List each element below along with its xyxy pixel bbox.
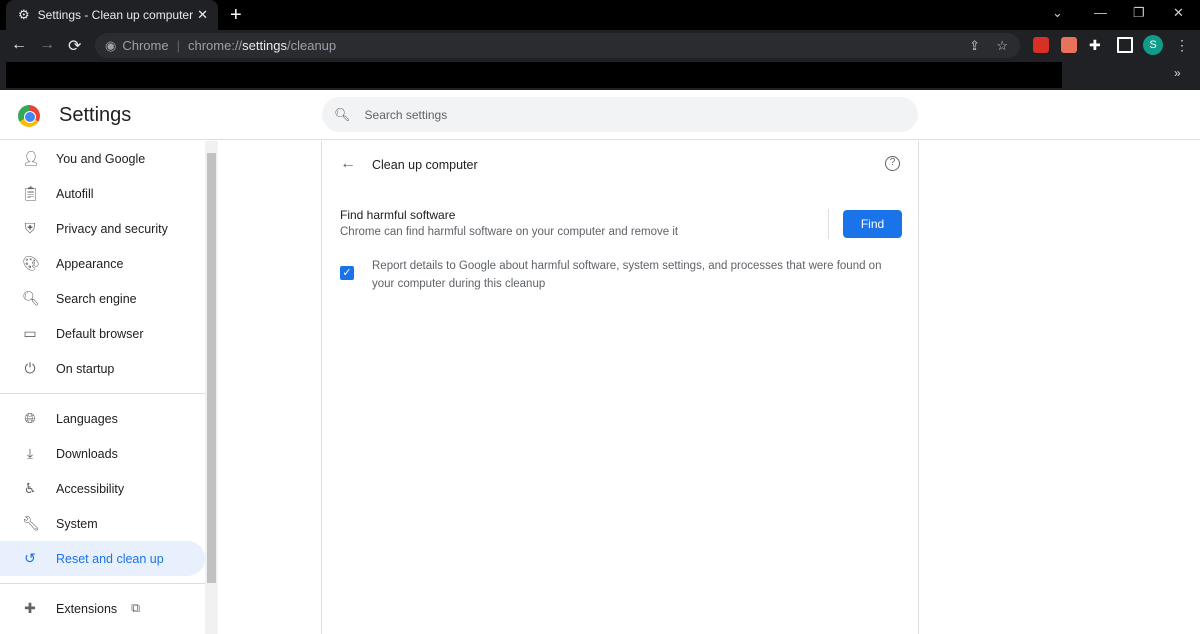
sidebar-item-label: On startup — [56, 361, 115, 376]
tab-settings[interactable]: ⚙ Settings - Clean up computer ✕ — [6, 0, 218, 30]
url-host: settings — [242, 38, 287, 53]
browser-icon: ▭︎ — [23, 325, 37, 341]
accessibility-icon: ♿︎ — [23, 480, 37, 496]
minimize-button[interactable]: — — [1094, 5, 1107, 20]
sidebar-item-label: Privacy and security — [56, 221, 168, 236]
report-label: Report details to Google about harmful s… — [372, 260, 882, 290]
url-path: /cleanup — [286, 38, 337, 53]
scrollbar-thumb[interactable] — [207, 153, 216, 583]
power-icon: ⏻︎ — [24, 360, 36, 376]
tab-strip: ⚙ Settings - Clean up computer ✕ + ⌄ — ❐… — [0, 0, 1200, 30]
chrome-logo-icon — [18, 105, 40, 127]
sidebar-item-label: Search engine — [56, 291, 137, 306]
star-icon[interactable]: ☆ — [996, 38, 1008, 54]
sidebar-item-label: Downloads — [56, 446, 118, 461]
toolbar: ← → ⟳ ◉ Chrome | chrome://settings/clean… — [0, 30, 1200, 60]
extension-orange-icon[interactable] — [1061, 37, 1077, 53]
shield-icon: ⛨︎ — [24, 220, 36, 236]
search-icon: 🔍︎ — [334, 106, 351, 122]
bookmarks-redacted — [6, 62, 1062, 88]
sidebar-item-label: Appearance — [56, 256, 124, 271]
sidebar-item-label: Extensions — [56, 601, 118, 616]
person-icon: 👤︎ — [22, 150, 40, 166]
find-description: Chrome can find harmful software on your… — [340, 226, 679, 238]
menu-icon[interactable]: ⋮ — [1175, 37, 1191, 53]
tab-search-icon[interactable]: ⌄ — [1052, 5, 1063, 21]
find-heading: Find harmful software — [340, 208, 456, 222]
sidebar-item-autofill[interactable]: 📋︎ Autofill — [0, 176, 205, 211]
more-bookmarks-icon[interactable]: » — [1174, 66, 1181, 80]
sidebar-item-label: You and Google — [56, 151, 146, 166]
palette-icon: 🎨︎ — [22, 255, 40, 271]
reload-icon[interactable]: ⟳ — [68, 36, 81, 56]
sidebar-item-label: Languages — [56, 411, 118, 426]
tab-title: Settings - Clean up computer — [37, 8, 194, 22]
sidebar-item-privacy-and-security[interactable]: ⛨︎ Privacy and security — [0, 211, 205, 246]
restore-button[interactable]: ❐ — [1133, 5, 1145, 21]
chrome-icon: ◉ — [105, 37, 117, 53]
gear-icon: ⚙ — [18, 7, 30, 22]
settings-header: Settings 🔍︎ Search settings — [0, 90, 1200, 140]
forward-icon[interactable]: → — [39, 36, 55, 54]
sidebar-item-you-and-google[interactable]: 👤︎ You and Google — [0, 141, 205, 176]
sidebar-item-appearance[interactable]: 🎨︎ Appearance — [0, 246, 205, 281]
search-input[interactable]: 🔍︎ Search settings — [322, 97, 918, 132]
sidebar-item-accessibility[interactable]: ♿︎ Accessibility — [0, 471, 205, 506]
globe-icon: 🌐︎ — [24, 410, 36, 426]
open-external-icon: ⧉ — [131, 601, 141, 615]
sidebar-item-on-startup[interactable]: ⏻︎ On startup — [0, 351, 205, 386]
sidebar-scrollbar[interactable] — [205, 141, 218, 634]
divider — [828, 209, 829, 239]
sidebar-divider — [0, 393, 205, 394]
share-icon[interactable]: ⇪ — [969, 38, 980, 54]
search-placeholder: Search settings — [364, 107, 448, 122]
sidebar: 👤︎ You and Google 📋︎ Autofill ⛨︎ Privacy and … — [0, 141, 205, 634]
sidebar-item-label: Default browser — [56, 326, 144, 341]
sidebar-item-label: Reset and clean up — [56, 551, 164, 566]
report-checkbox[interactable]: ✓ — [340, 266, 354, 280]
page-title: Settings — [59, 104, 132, 126]
side-panel-icon[interactable] — [1117, 37, 1133, 53]
extensions-puzzle-icon[interactable]: ✚ — [1089, 37, 1105, 53]
extension-red-icon[interactable] — [1033, 37, 1049, 53]
separator: | — [176, 38, 180, 53]
find-button[interactable]: Find — [843, 210, 902, 238]
history-icon: ↺︎ — [24, 550, 36, 566]
close-window-button[interactable]: ✕ — [1173, 5, 1184, 21]
close-tab-icon[interactable]: ✕ — [197, 7, 208, 23]
sidebar-item-languages[interactable]: 🌐︎ Languages — [0, 401, 205, 436]
back-icon[interactable]: ← — [11, 36, 27, 54]
sidebar-item-reset-and-clean-up[interactable]: ↺︎ Reset and clean up — [0, 541, 205, 576]
sidebar-item-label: System — [56, 516, 98, 531]
sidebar-item-extensions[interactable]: ✚︎ Extensions ⧉ — [0, 591, 205, 626]
back-arrow-icon[interactable]: ← — [340, 155, 356, 173]
site-label: Chrome — [122, 38, 169, 53]
section-title: Clean up computer — [372, 158, 478, 172]
search-icon: 🔍︎ — [22, 290, 40, 306]
download-icon: ⤓︎ — [26, 445, 34, 461]
sidebar-item-search-engine[interactable]: 🔍︎ Search engine — [0, 281, 205, 316]
bookmarks-bar: » — [0, 60, 1200, 90]
sidebar-item-label: Accessibility — [56, 481, 125, 496]
cleanup-card: ← Clean up computer ? Find harmful softw… — [321, 141, 919, 634]
wrench-icon: 🔧︎ — [22, 515, 40, 531]
sidebar-item-label: Autofill — [56, 186, 94, 201]
new-tab-button[interactable]: + — [230, 4, 242, 27]
sidebar-item-system[interactable]: 🔧︎ System — [0, 506, 205, 541]
address-bar[interactable]: ◉ Chrome | chrome://settings/cleanup ⇪ ☆ — [95, 33, 1020, 58]
sidebar-item-default-browser[interactable]: ▭︎ Default browser — [0, 316, 205, 351]
sidebar-item-downloads[interactable]: ⤓︎ Downloads — [0, 436, 205, 471]
profile-avatar[interactable]: S — [1143, 35, 1163, 55]
help-icon[interactable]: ? — [885, 156, 900, 171]
url-prefix: chrome:// — [187, 38, 243, 53]
clipboard-icon: 📋︎ — [22, 185, 40, 201]
puzzle-icon: ✚︎ — [24, 600, 36, 616]
sidebar-divider — [0, 583, 205, 584]
